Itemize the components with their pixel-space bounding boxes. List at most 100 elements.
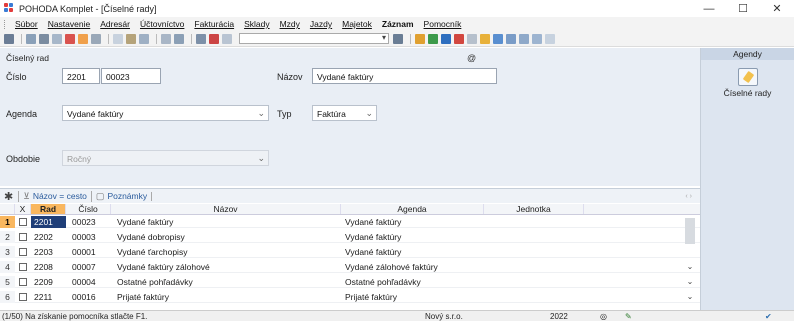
agendy-item-ciselne-rady[interactable]: Číselné rady [701,88,794,98]
col-nazov[interactable]: Názov [111,204,341,214]
print-icon[interactable] [39,33,49,44]
new-record-icon[interactable] [113,33,123,44]
tab-nav-arrows[interactable]: ‹ › [685,193,692,200]
folder-icon[interactable] [415,33,425,44]
cislo-rad-field[interactable]: 2201 [62,68,100,84]
table-row[interactable]: 5 2209 00004 Ostatné pohľadávky Ostatné pohľ… [0,275,700,288]
blue-circle-icon[interactable] [441,33,451,44]
menu-mzdy[interactable]: Mzdy [275,19,305,29]
menu-adresar[interactable]: Adresár [95,19,135,29]
back-icon[interactable] [161,33,171,44]
green-save-icon[interactable] [428,33,438,44]
vertical-scrollbar[interactable] [685,218,695,244]
table-row[interactable]: 2 2202 00003 Vydané dobropisy Vydané faktúry [0,230,700,243]
menu-uctovnictvo[interactable]: Účtovníctvo [135,19,189,29]
row-checkbox[interactable] [15,262,31,271]
cancel-filter-icon[interactable] [209,33,219,44]
table-row[interactable]: 4 2208 00007 Vydané faktúry zálohové Vydané … [0,260,700,273]
nazov-field[interactable]: Vydané faktúry [312,68,497,84]
cislo-number-field[interactable]: 00023 [101,68,161,84]
col-cislo[interactable]: Číslo [66,204,111,214]
window-icon[interactable] [506,33,516,44]
menu-majetok[interactable]: Majetok [337,19,377,29]
cell-nazov: Ostatné pohľadávky [117,276,193,287]
menu-grip[interactable] [4,19,6,29]
tab-empty[interactable] [151,191,160,201]
cell-cislo: 00001 [72,246,96,257]
toolbar [0,31,794,47]
asterisk-icon[interactable]: ✱ [4,190,13,203]
row-checkbox[interactable] [15,217,31,226]
table-row[interactable]: 6 2211 00016 Prijaté faktúry Prijaté faktúry… [0,290,700,303]
tab-notes[interactable]: ▢ Poznámky [90,190,151,202]
scroll-down-icon[interactable]: ⌄ [681,292,699,301]
table-row[interactable]: 1220100023Vydané faktúryVydané faktúry⌃ [0,215,700,228]
users-icon[interactable] [480,33,490,44]
toolbar-divider [21,33,22,44]
checkbox[interactable] [19,277,27,286]
cell-nazov: Vydané dobropisy [117,231,185,242]
copy-icon[interactable] [222,33,232,44]
search-combo[interactable] [239,33,389,44]
row-number: 6 [0,290,15,303]
menu-nastavenie[interactable]: Nastavenie [43,19,96,29]
row-checkbox[interactable] [15,277,31,286]
minimize-button[interactable]: — [692,0,726,17]
row-checkbox[interactable] [15,232,31,241]
cell-cislo: 00007 [72,261,96,272]
scroll-down-icon[interactable]: ⌄ [681,262,699,271]
checkbox[interactable] [19,292,27,301]
agenda-select[interactable]: Vydané faktúry ⌄ [62,105,269,121]
col-x[interactable]: X [15,204,31,214]
calendar-icon[interactable] [467,33,477,44]
pdf-icon[interactable] [65,33,75,44]
help-cursor-icon[interactable] [545,33,555,44]
export-icon[interactable] [78,33,88,44]
col-agenda[interactable]: Agenda [341,204,484,214]
menu-zaznam[interactable]: Záznam [377,19,419,29]
menu-pomocnik[interactable]: Pomocník [419,19,467,29]
col-rad[interactable]: Rad [31,204,66,214]
row-number: 4 [0,260,15,273]
col-jednotka[interactable]: Jednotka [484,204,584,214]
checkbox[interactable] [19,232,27,241]
check-icon[interactable]: ✔ [765,312,772,321]
chevron-down-icon: ⌄ [257,108,265,118]
grid-view-icon[interactable] [4,33,14,44]
maximize-button[interactable]: ☐ [726,0,760,17]
checkbox[interactable] [19,262,27,271]
list-icon[interactable] [139,33,149,44]
menu-fakturacia[interactable]: Fakturácia [189,19,239,29]
menu-jazdy[interactable]: Jazdy [305,19,337,29]
window-title: POHODA Komplet - [Číselné rady] [19,3,157,14]
iban-icon[interactable] [493,33,503,44]
checkbox[interactable] [19,247,27,256]
print-preview-icon[interactable] [26,33,36,44]
pencil-icon[interactable]: ✎ [625,312,632,321]
layout-icon[interactable] [532,33,542,44]
globe-icon[interactable]: ◎ [600,312,607,321]
checkbox[interactable] [19,217,27,226]
forward-icon[interactable] [174,33,184,44]
cell-agenda: Vydané faktúry [345,216,402,227]
numbering-icon[interactable] [737,68,758,86]
row-checkbox[interactable] [15,247,31,256]
filter-icon[interactable] [196,33,206,44]
document-icon[interactable] [52,33,62,44]
scroll-down-icon[interactable]: ⌄ [681,277,699,286]
records-table: X Rad Číslo Názov Agenda Jednotka 1 2201 0… [0,204,700,307]
at-icon[interactable]: @ [467,53,476,63]
close-button[interactable]: ✕ [760,0,794,17]
report-icon[interactable] [91,33,101,44]
toolbar-divider [191,33,192,44]
row-checkbox[interactable] [15,292,31,301]
typ-select[interactable]: Faktúra ⌄ [312,105,377,121]
sum-icon[interactable] [393,33,403,44]
red-doc-icon[interactable] [454,33,464,44]
tab-filter[interactable]: ⊻ Názov = cesto [18,190,91,202]
panel-icon[interactable] [519,33,529,44]
table-row[interactable]: 3 2203 00001 Vydané ťarchopisy Vydané faktúr… [0,245,700,258]
edit-icon[interactable] [126,33,136,44]
menu-subor[interactable]: Súbor [10,19,43,29]
menu-sklady[interactable]: Sklady [239,19,275,29]
